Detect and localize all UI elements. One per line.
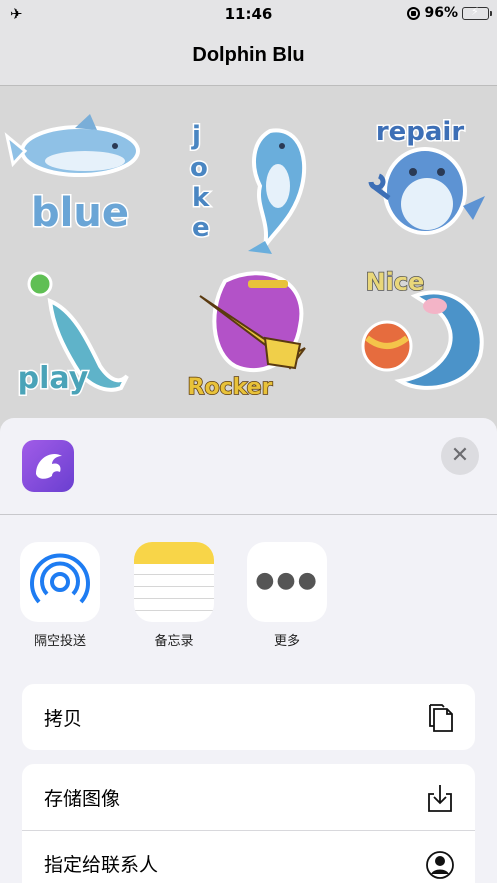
page-title: Dolphin Blu	[192, 44, 305, 66]
sticker-word-letter: k	[192, 183, 210, 213]
orientation-lock-icon	[407, 6, 421, 20]
sticker-rocker[interactable]: Rocker	[170, 256, 320, 406]
share-apps-row: 隔空投送 备忘录 ●●● 更多	[0, 542, 497, 652]
notes-icon	[134, 542, 214, 622]
sticker-grid: blue j o k e repair play Rocker Nice	[0, 86, 497, 426]
sheet-divider	[0, 514, 497, 515]
sticker-joke[interactable]: j o k e	[170, 106, 320, 256]
sticker-word: play	[18, 361, 89, 396]
action-group-copy: 拷贝	[22, 684, 475, 750]
sticker-word: Nice	[366, 268, 425, 296]
close-button[interactable]: ✕	[441, 437, 479, 475]
assign-contact-action[interactable]: 指定给联系人	[22, 830, 475, 883]
save-image-icon	[428, 785, 452, 812]
sticker-word-letter: o	[190, 153, 208, 183]
action-label: 存储图像	[44, 787, 121, 810]
more-icon: ●●●	[247, 542, 327, 622]
battery-percent: 96%	[424, 5, 458, 21]
share-sheet: ✕ 隔空投送 备忘录 ●●● 更多 拷贝 存储图像 指定给联系人	[0, 418, 497, 883]
close-icon: ✕	[450, 443, 470, 468]
sticker-word: Rocker	[188, 375, 273, 400]
sticker-nice[interactable]: Nice	[345, 256, 495, 406]
dolphin-app-icon	[22, 440, 74, 492]
nav-bar: Dolphin Blu	[0, 28, 497, 86]
status-bar: ✈ 11:46 96% ⚡	[0, 0, 497, 28]
copy-icon	[429, 704, 453, 732]
share-more[interactable]: ●●● 更多	[232, 542, 342, 649]
share-notes[interactable]: 备忘录	[119, 542, 229, 649]
assign-contact-icon	[426, 851, 454, 879]
share-item-label: 更多	[273, 634, 300, 649]
sticker-word: repair	[376, 117, 465, 147]
sticker-word-letter: e	[192, 213, 210, 243]
save-image-action[interactable]: 存储图像	[22, 764, 475, 830]
share-item-label: 隔空投送	[33, 634, 86, 649]
action-group-image: 存储图像 指定给联系人	[22, 764, 475, 883]
sticker-repair[interactable]: repair	[345, 106, 495, 256]
share-item-label: 备忘录	[154, 634, 194, 649]
sticker-word: blue	[31, 190, 129, 236]
airdrop-icon	[20, 542, 100, 622]
sticker-play[interactable]: play	[5, 256, 155, 406]
copy-action[interactable]: 拷贝	[22, 684, 475, 750]
action-label: 拷贝	[44, 707, 83, 730]
action-label: 指定给联系人	[44, 854, 159, 876]
sticker-word-letter: j	[191, 121, 201, 151]
sticker-blue[interactable]: blue	[4, 106, 155, 256]
share-airdrop[interactable]: 隔空投送	[5, 542, 115, 649]
battery-icon: ⚡	[462, 5, 492, 20]
status-right: 96% ⚡	[407, 5, 492, 21]
